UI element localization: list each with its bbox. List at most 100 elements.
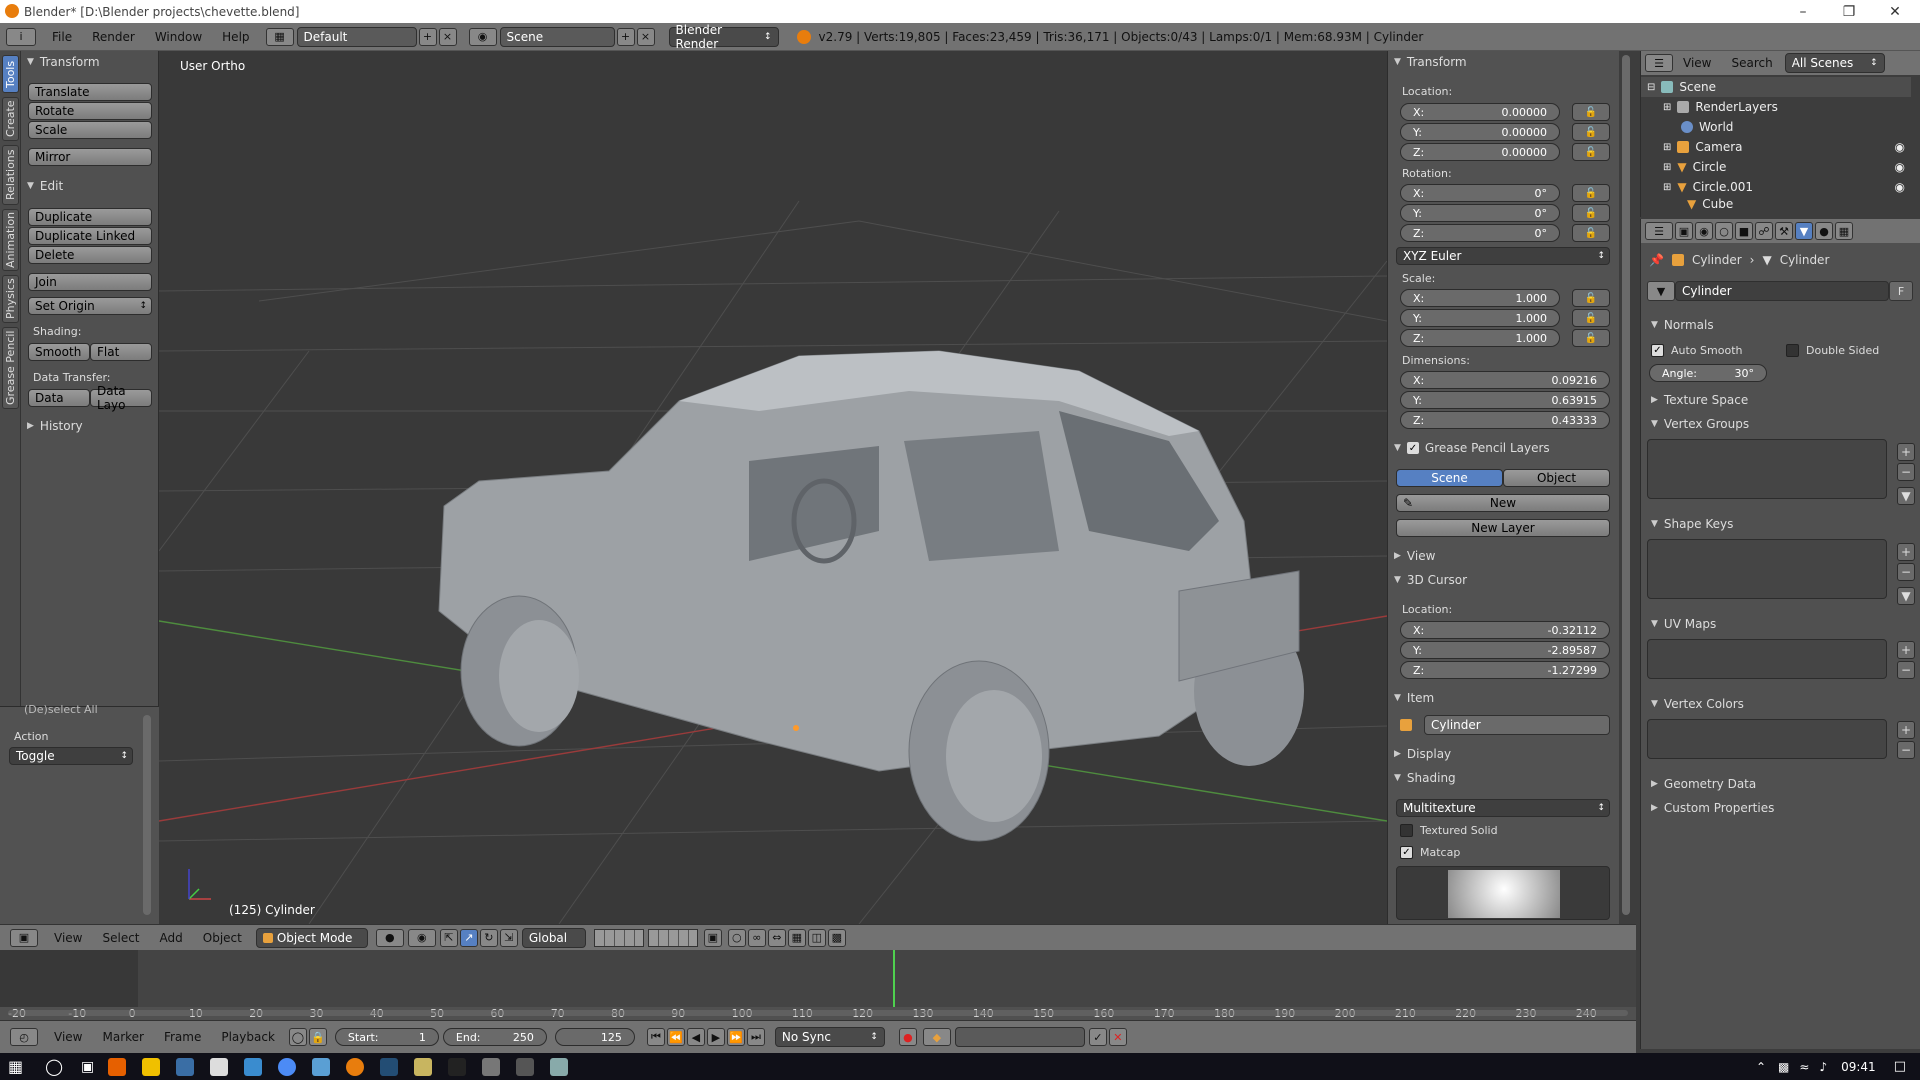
matcap-preview[interactable] xyxy=(1396,866,1610,920)
add-vertex-group-icon[interactable]: + xyxy=(1897,443,1915,461)
outliner-row-cube[interactable]: ▼ Cube xyxy=(1641,197,1911,211)
editor-type-icon[interactable]: i xyxy=(6,27,36,46)
prev-keyframe-icon[interactable]: ⏪ xyxy=(666,1028,685,1046)
restore-icon[interactable]: ❐ xyxy=(1826,0,1872,23)
remove-uv-map-icon[interactable]: − xyxy=(1897,661,1915,679)
mirror-button[interactable]: Mirror xyxy=(28,148,152,166)
lock-layer-icon[interactable]: ▣ xyxy=(703,928,722,947)
expand-icon[interactable]: ⊞ xyxy=(1663,162,1671,173)
lock-icon[interactable]: 🔓 xyxy=(1572,184,1610,202)
uv-maps-list[interactable] xyxy=(1647,639,1887,679)
volume-icon[interactable]: ♪ xyxy=(1819,1060,1827,1074)
delete-keyframe-icon[interactable]: ✕ xyxy=(1108,1028,1127,1046)
snap-element-icon[interactable]: ⇔ xyxy=(767,928,786,947)
shading-panel-header[interactable]: ▼ Shading xyxy=(1394,771,1456,785)
mesh-data-tab-icon[interactable]: ▼ xyxy=(1795,222,1813,240)
opengl-render-icon[interactable]: ◫ xyxy=(807,928,826,947)
orientation-dropdown[interactable]: Global xyxy=(521,927,586,948)
search-icon[interactable]: ◯ xyxy=(45,1057,63,1076)
jump-end-icon[interactable]: ⏭ xyxy=(746,1028,765,1046)
expand-icon[interactable]: ⊞ xyxy=(1663,102,1671,113)
3d-editor-icon[interactable]: ▣ xyxy=(10,928,38,947)
menu-window[interactable]: Window xyxy=(145,30,212,44)
add-menu[interactable]: Add xyxy=(150,931,193,945)
timeline-view-menu[interactable]: View xyxy=(44,1030,92,1044)
frame-menu[interactable]: Frame xyxy=(154,1030,211,1044)
translate-button[interactable]: Translate xyxy=(28,83,152,101)
visibility-eye-icon[interactable]: ◉ xyxy=(1895,160,1905,174)
expand-icon[interactable]: ⊞ xyxy=(1663,142,1671,153)
play-reverse-icon[interactable]: ◀ xyxy=(686,1028,705,1046)
keying-set-field[interactable] xyxy=(954,1027,1085,1047)
vertex-colors-list[interactable] xyxy=(1647,719,1887,759)
smooth-button[interactable]: Smooth xyxy=(28,343,90,361)
object-menu[interactable]: Object xyxy=(193,931,252,945)
edit-panel-header[interactable]: ▼ Edit xyxy=(27,179,63,193)
app-icon[interactable] xyxy=(176,1057,195,1076)
rotation-x-field[interactable]: X: 0° xyxy=(1400,184,1560,202)
close-icon[interactable]: ✕ xyxy=(1872,0,1918,23)
expand-icon[interactable]: ⊞ xyxy=(1663,182,1671,193)
scale-x-field[interactable]: X: 1.000 xyxy=(1400,289,1560,307)
cursor-panel-header[interactable]: ▼ 3D Cursor xyxy=(1394,573,1467,587)
lock-icon[interactable]: 🔓 xyxy=(1572,224,1610,242)
keying-set-icon[interactable]: ◆ xyxy=(922,1028,951,1046)
manipulator-icon[interactable]: ⇱ xyxy=(439,928,458,947)
outliner-row-renderlayers[interactable]: ⊞ RenderLayers xyxy=(1641,97,1911,117)
pivot-point-icon[interactable]: ◉ xyxy=(407,928,436,947)
app-icon[interactable] xyxy=(516,1057,535,1076)
lock-icon[interactable]: 🔓 xyxy=(1572,103,1610,121)
cursor-x-field[interactable]: X: -0.32112 xyxy=(1400,621,1610,639)
remove-vertex-group-icon[interactable]: − xyxy=(1897,463,1915,481)
outliner-view-menu[interactable]: View xyxy=(1673,56,1721,70)
insert-keyframe-icon[interactable]: ✓ xyxy=(1088,1028,1107,1046)
shape-keys-panel-header[interactable]: ▼ Shape Keys xyxy=(1651,517,1733,531)
steam-icon[interactable] xyxy=(380,1057,399,1076)
network-icon[interactable]: ▩ xyxy=(1778,1060,1789,1074)
start-frame-field[interactable]: Start: 1 xyxy=(334,1028,439,1046)
outliner-search-menu[interactable]: Search xyxy=(1721,56,1782,70)
scene-icon[interactable]: ◉ xyxy=(468,27,497,46)
shading-mode-dropdown[interactable]: Multitexture ↕ xyxy=(1396,799,1610,817)
angle-field[interactable]: Angle: 30° xyxy=(1649,364,1767,382)
tab-tools[interactable]: Tools xyxy=(2,55,19,93)
vertex-group-specials-icon[interactable]: ▼ xyxy=(1897,487,1915,505)
remove-shape-key-icon[interactable]: − xyxy=(1897,563,1915,581)
3d-viewport[interactable]: User Ortho (125) Cylinder xyxy=(159,51,1387,924)
normals-panel-header[interactable]: ▼ Normals xyxy=(1651,318,1714,332)
dimension-z-field[interactable]: Z: 0.43333 xyxy=(1400,411,1610,429)
outliner-row-scene[interactable]: ⊟ Scene xyxy=(1641,77,1911,97)
remove-layout-icon[interactable]: × xyxy=(438,27,457,46)
render-engine-dropdown[interactable]: Blender Render ↕ xyxy=(668,23,779,51)
outliner-row-circle-001[interactable]: ⊞ ▼ Circle.001 ◉ xyxy=(1641,177,1911,197)
rotation-y-field[interactable]: Y: 0° xyxy=(1400,204,1560,222)
add-vertex-color-icon[interactable]: + xyxy=(1897,721,1915,739)
snap-icon[interactable]: ∞ xyxy=(747,928,766,947)
join-button[interactable]: Join xyxy=(28,273,152,291)
double-sided-checkbox[interactable] xyxy=(1786,344,1799,357)
vertex-groups-panel-header[interactable]: ▼ Vertex Groups xyxy=(1651,417,1749,431)
menu-file[interactable]: File xyxy=(42,30,82,44)
matcap-checkbox[interactable]: ✓ xyxy=(1400,846,1413,859)
n-transform-header[interactable]: ▼ Transform xyxy=(1394,55,1467,69)
gp-object-toggle[interactable]: Object xyxy=(1503,469,1610,487)
render-tab-icon[interactable]: ▣ xyxy=(1675,222,1693,240)
set-origin-dropdown[interactable]: Set Origin ↕ xyxy=(28,297,152,315)
view-panel-header[interactable]: ▶ View xyxy=(1394,549,1435,563)
rotate-manipulator-icon[interactable]: ↻ xyxy=(479,928,498,947)
texture-space-panel-header[interactable]: ▶ Texture Space xyxy=(1651,393,1748,407)
item-panel-header[interactable]: ▼ Item xyxy=(1394,691,1434,705)
settings-icon[interactable] xyxy=(482,1057,501,1076)
marker-menu[interactable]: Marker xyxy=(92,1030,153,1044)
custom-properties-panel-header[interactable]: ▶ Custom Properties xyxy=(1651,801,1774,815)
lock-icon[interactable]: 🔓 xyxy=(1572,329,1610,347)
mail-icon[interactable] xyxy=(210,1057,229,1076)
view-menu[interactable]: View xyxy=(44,931,92,945)
dimension-y-field[interactable]: Y: 0.63915 xyxy=(1400,391,1610,409)
app-icon[interactable] xyxy=(550,1057,569,1076)
shape-keys-list[interactable] xyxy=(1647,539,1887,599)
app-icon[interactable] xyxy=(244,1057,263,1076)
delete-button[interactable]: Delete xyxy=(28,246,152,264)
layers-grid-icon[interactable] xyxy=(593,928,644,947)
location-z-field[interactable]: Z: 0.00000 xyxy=(1400,143,1560,161)
